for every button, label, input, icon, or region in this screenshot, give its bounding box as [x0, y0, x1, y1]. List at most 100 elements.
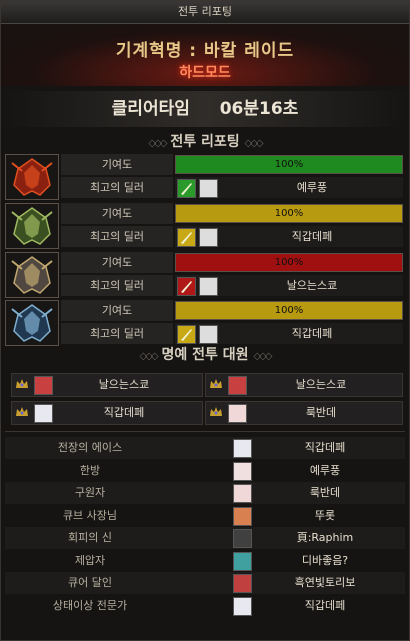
best-dealer[interactable]: 직갑데페	[175, 226, 403, 247]
award-row[interactable]: 구원자 룩반데	[5, 482, 405, 504]
award-recipient: 頁:Raphim	[296, 531, 354, 544]
green-skill-icon	[177, 179, 196, 198]
award-recipient: 예루풍	[309, 463, 341, 477]
red-dragon-boss-icon	[5, 154, 59, 200]
award-title: 전장의 에이스	[57, 441, 123, 454]
contribution-percent: 100%	[274, 305, 304, 316]
red-skill-icon	[177, 277, 196, 296]
honor-member[interactable]: 날으는스쿄	[205, 373, 403, 397]
honor-member-name: 날으는스쿄	[295, 378, 347, 391]
crown-icon	[210, 407, 222, 416]
contribution-bar: 100%	[175, 204, 403, 223]
award-recipient: 흑연빛토리보	[294, 576, 356, 589]
window-title: 전투 리포팅	[1, 1, 409, 24]
honor-member[interactable]: 날으는스쿄	[11, 373, 203, 397]
award-row[interactable]: 큐브 사장님 뚜롯	[5, 505, 405, 527]
avatar	[233, 551, 252, 571]
award-row[interactable]: 전장의 에이스 직갑데페	[5, 437, 405, 459]
honor-section-title: ◇◇◇ 명예 전투 대원 ◇◇◇	[1, 345, 409, 365]
raid-name: 기계혁명 : 바칼 레이드	[115, 41, 295, 61]
award-row[interactable]: 큐어 달인 흑연빛토리보	[5, 572, 405, 594]
battle-report-window: 전투 리포팅 기계혁명 : 바칼 레이드 하드모드 클리어타임 06분16초 ◇…	[0, 0, 410, 641]
report-title-text: 전투 리포팅	[170, 134, 240, 150]
crown-icon	[210, 379, 222, 388]
clear-time-value: 06분16초	[219, 99, 299, 119]
honor-member[interactable]: 룩반데	[205, 401, 403, 425]
best-dealer-label: 최고의 딜러	[61, 177, 173, 198]
honor-member-name: 룩반데	[305, 406, 337, 419]
dealer-name: 직갑데페	[291, 327, 333, 340]
award-recipient: 뚜롯	[314, 508, 336, 522]
avatar	[233, 596, 252, 616]
ornament-right-icon: ◇◇◇	[244, 138, 264, 149]
best-dealer[interactable]: 날으는스쿄	[175, 275, 403, 296]
honor-title-text: 명예 전투 대원	[161, 347, 249, 363]
best-dealer-label: 최고의 딜러	[61, 323, 173, 344]
avatar	[233, 574, 252, 593]
best-dealer-label: 최고의 딜러	[61, 226, 173, 247]
avatar	[34, 404, 53, 423]
contribution-bar: 100%	[175, 155, 403, 174]
award-title: 제압자	[74, 553, 106, 567]
avatar	[233, 529, 252, 548]
contribution-label: 기여도	[61, 252, 173, 273]
crown-icon	[16, 407, 28, 416]
contribution-label: 기여도	[61, 154, 173, 175]
report-section-title: ◇◇◇ 전투 리포팅 ◇◇◇	[1, 132, 409, 152]
ornament-right-icon: ◇◇◇	[253, 351, 272, 362]
contribution-label: 기여도	[61, 203, 173, 224]
best-dealer[interactable]: 예루풍	[175, 177, 403, 198]
divider	[5, 431, 405, 432]
award-recipient: 직갑데페	[304, 598, 346, 612]
boss-report-row: 기여도 100% 최고의 딜러 직갑데페	[5, 202, 405, 249]
avatar	[233, 484, 252, 503]
yellow-skill-icon	[177, 228, 196, 247]
best-dealer[interactable]: 직갑데페	[175, 323, 403, 344]
green-dragon-boss-icon	[5, 203, 59, 249]
award-title: 상태이상 전문가	[52, 598, 128, 612]
contribution-percent: 100%	[274, 257, 304, 268]
award-row[interactable]: 제압자 디바좋음?	[5, 550, 405, 572]
avatar	[233, 506, 252, 526]
award-row[interactable]: 한방 예루풍	[5, 460, 405, 482]
yellow-skill-icon	[177, 325, 196, 344]
award-title: 큐어 달인	[68, 576, 112, 589]
award-row[interactable]: 상태이상 전문가 직갑데페	[5, 595, 405, 617]
avatar	[34, 376, 53, 395]
award-title: 회피의 신	[68, 531, 112, 544]
dealer-name: 직갑데페	[291, 230, 333, 243]
avatar	[199, 179, 218, 198]
honor-member-name: 날으는스쿄	[98, 378, 150, 391]
raid-header: 기계혁명 : 바칼 레이드 하드모드	[1, 24, 409, 86]
avatar	[199, 277, 218, 296]
honor-member-name: 직갑데페	[103, 406, 145, 419]
award-recipient: 디바좋음?	[301, 553, 349, 567]
contribution-bar: 100%	[175, 301, 403, 320]
award-title: 구원자	[74, 486, 106, 499]
difficulty-label: 하드모드	[179, 65, 231, 81]
dealer-name: 날으는스쿄	[286, 279, 338, 292]
contribution-percent: 100%	[274, 208, 304, 219]
avatar	[233, 461, 252, 481]
honor-member[interactable]: 직갑데페	[11, 401, 203, 425]
best-dealer-label: 최고의 딜러	[61, 275, 173, 296]
contribution-label: 기여도	[61, 300, 173, 321]
crown-icon	[16, 379, 28, 388]
avatar	[228, 376, 247, 395]
award-title: 한방	[79, 463, 101, 477]
clear-time: 클리어타임 06분16초	[1, 91, 409, 127]
award-recipient: 룩반데	[309, 486, 341, 499]
avatar	[228, 404, 247, 423]
boss-report-row: 기여도 100% 최고의 딜러 예루풍	[5, 153, 405, 200]
boss-report-row: 기여도 100% 최고의 딜러 직갑데페	[5, 299, 405, 346]
avatar	[199, 325, 218, 344]
gold-dragon-boss-icon	[5, 252, 59, 298]
avatar	[233, 439, 252, 458]
boss-report-row: 기여도 100% 최고의 딜러 날으는스쿄	[5, 251, 405, 298]
award-title: 큐브 사장님	[62, 508, 118, 522]
avatar	[199, 228, 218, 247]
ornament-left-icon: ◇◇◇	[148, 138, 167, 149]
clear-time-label: 클리어타임	[111, 99, 190, 119]
blue-dragon-boss-icon	[5, 300, 59, 346]
award-row[interactable]: 회피의 신 頁:Raphim	[5, 527, 405, 549]
